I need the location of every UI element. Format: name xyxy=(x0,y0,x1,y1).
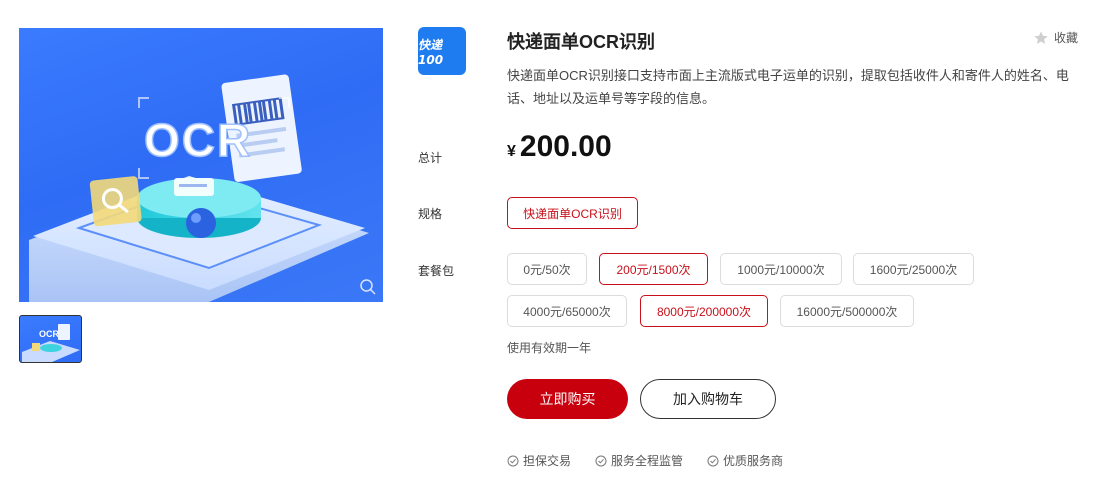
buy-now-button[interactable]: 立即购买 xyxy=(507,379,628,419)
add-to-cart-button[interactable]: 加入购物车 xyxy=(640,379,776,419)
guarantee-item: 服务全程监管 xyxy=(595,452,683,469)
price-label: 总计 xyxy=(418,151,443,165)
thumbnail-illustration: OCR xyxy=(22,324,80,362)
guarantee-label: 优质服务商 xyxy=(723,454,784,468)
ocr-illustration: OCR xyxy=(29,74,369,302)
product-main-image[interactable]: OCR xyxy=(19,28,383,302)
product-description: 快递面单OCR识别接口支持市面上主流版式电子运单的识别，提取包括收件人和寄件人的… xyxy=(507,68,1069,106)
check-circle-icon xyxy=(707,455,719,466)
price: ¥ 200.00 xyxy=(507,130,612,164)
guarantee-item: 担保交易 xyxy=(507,452,571,469)
package-option-1[interactable]: 200元/1500次 xyxy=(599,253,708,285)
package-label: 套餐包 xyxy=(418,264,455,278)
price-amount: 200.00 xyxy=(519,130,612,163)
brand-logo-text: 快递100 xyxy=(418,37,444,67)
package-option-2[interactable]: 1000元/10000次 xyxy=(720,253,842,285)
package-option-6[interactable]: 16000元/500000次 xyxy=(780,295,914,327)
spec-label: 规格 xyxy=(418,207,443,221)
guarantee-list: 担保交易 服务全程监管 优质服务商 xyxy=(507,452,783,469)
check-circle-icon xyxy=(595,455,607,466)
price-currency: ¥ xyxy=(507,143,516,160)
product-thumbnail[interactable]: OCR xyxy=(19,315,82,363)
package-option-3[interactable]: 1600元/25000次 xyxy=(853,253,974,285)
favorite-button[interactable]: 收藏 xyxy=(1033,29,1078,46)
guarantee-label: 担保交易 xyxy=(523,454,572,468)
svg-text:OCR: OCR xyxy=(39,329,60,339)
product-title: 快递面单OCR识别 xyxy=(507,32,655,52)
package-option-5[interactable]: 8000元/200000次 xyxy=(640,295,768,327)
spec-option[interactable]: 快递面单OCR识别 xyxy=(507,197,638,229)
guarantee-label: 服务全程监管 xyxy=(611,454,684,468)
package-option-0[interactable]: 0元/50次 xyxy=(507,253,587,285)
package-option-4[interactable]: 4000元/65000次 xyxy=(507,295,627,327)
star-icon xyxy=(1034,30,1048,44)
ocr-image-text: OCR xyxy=(144,114,252,166)
zoom-icon[interactable] xyxy=(359,278,377,296)
favorite-label: 收藏 xyxy=(1053,31,1078,45)
check-circle-icon xyxy=(507,455,519,466)
guarantee-item: 优质服务商 xyxy=(707,452,783,469)
validity-note: 使用有效期一年 xyxy=(507,341,592,355)
brand-logo: 快递100 xyxy=(418,27,466,75)
